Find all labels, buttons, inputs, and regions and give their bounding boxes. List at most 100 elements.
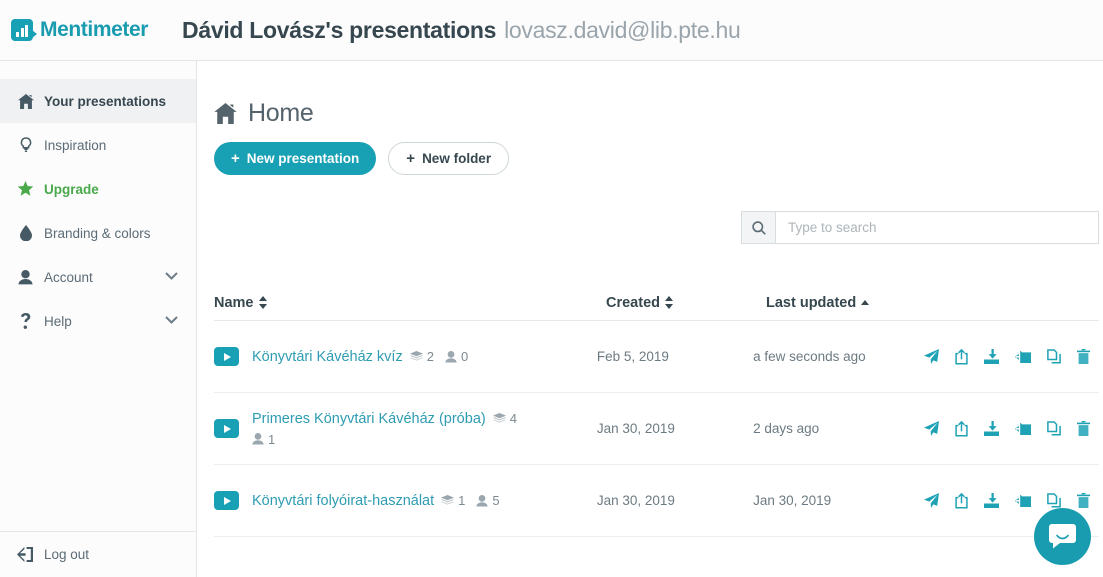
- download-icon[interactable]: [984, 493, 999, 508]
- sidebar-item-inspiration[interactable]: Inspiration: [0, 123, 196, 167]
- sort-both-icon[interactable]: [258, 296, 267, 309]
- action-buttons: + New presentation + New folder: [214, 142, 1103, 175]
- star-icon: [16, 181, 35, 197]
- logout-button[interactable]: Log out: [0, 531, 196, 577]
- share-icon[interactable]: [955, 492, 968, 509]
- slide-count-value: 1: [458, 493, 466, 508]
- participant-count: 1: [252, 432, 551, 447]
- app-root: Mentimeter Dávid Lovász's presentations …: [0, 0, 1103, 577]
- search-box[interactable]: [741, 211, 1099, 244]
- table-row[interactable]: Könyvtári folyóirat-használat 1 5 Jan 30…: [214, 465, 1099, 537]
- droplet-icon: [16, 225, 35, 241]
- brand-logo[interactable]: Mentimeter: [11, 18, 148, 42]
- column-header-last-updated[interactable]: Last updated: [766, 295, 941, 311]
- row-updated-date: Jan 30, 2019: [753, 493, 832, 508]
- presentation-name-link[interactable]: Könyvtári Kávéház kvíz: [252, 349, 403, 365]
- search-input[interactable]: [776, 212, 1098, 243]
- present-icon[interactable]: [924, 421, 939, 436]
- download-icon[interactable]: [984, 349, 999, 364]
- slides-icon: [441, 495, 455, 505]
- presentation-name-link[interactable]: Könyvtári folyóirat-használat: [252, 493, 434, 509]
- chat-bubble-icon: [1049, 524, 1076, 549]
- sidebar-item-label: Help: [44, 313, 72, 329]
- column-header-name-label: Name: [214, 294, 254, 311]
- presentation-play-icon[interactable]: [214, 347, 239, 366]
- table-row[interactable]: Primeres Könyvtári Kávéház (próba) 4 1 J…: [214, 393, 1099, 465]
- participant-count-value: 0: [460, 349, 469, 364]
- sidebar-item-branding-colors[interactable]: Branding & colors: [0, 211, 196, 255]
- sidebar-item-label: Inspiration: [44, 137, 107, 153]
- share-icon[interactable]: [955, 420, 968, 437]
- participants-icon: [476, 494, 488, 507]
- download-icon[interactable]: [984, 421, 999, 436]
- account-email: lovasz.david@lib.pte.hu: [504, 16, 741, 43]
- sidebar-item-your-presentations[interactable]: Your presentations: [0, 79, 196, 123]
- sidebar-item-label: Upgrade: [44, 181, 99, 197]
- share-icon[interactable]: [955, 348, 968, 365]
- duplicate-icon[interactable]: [1047, 493, 1061, 508]
- brand-name: Mentimeter: [40, 18, 149, 41]
- delete-icon[interactable]: [1077, 421, 1090, 436]
- question-mark-icon: [16, 313, 35, 329]
- participant-count: 0: [445, 349, 468, 364]
- row-name-cell: Könyvtári Kávéház kvíz 2 0: [214, 347, 597, 366]
- page-title: Home: [248, 99, 314, 127]
- slide-count: 1: [441, 493, 465, 508]
- row-actions: [924, 348, 1099, 365]
- sort-asc-icon[interactable]: [861, 299, 870, 305]
- new-presentation-button[interactable]: + New presentation: [214, 142, 377, 175]
- home-icon: [16, 93, 35, 109]
- move-to-folder-icon[interactable]: [1015, 422, 1031, 436]
- slide-count: 4: [492, 411, 517, 426]
- plus-icon: +: [231, 150, 240, 167]
- lightbulb-icon: [16, 137, 35, 153]
- sidebar-item-upgrade[interactable]: Upgrade: [0, 167, 196, 211]
- row-updated-date: a few seconds ago: [753, 349, 866, 364]
- presentation-play-icon[interactable]: [214, 491, 239, 510]
- presentation-name-link[interactable]: Primeres Könyvtári Kávéház (próba): [252, 411, 486, 427]
- sidebar-item-label: Your presentations: [44, 93, 167, 109]
- new-presentation-label: New presentation: [246, 151, 360, 166]
- table-header-row: Name Created Last updated: [214, 285, 1099, 321]
- row-created-date: Jan 30, 2019: [596, 421, 675, 436]
- presentation-play-icon[interactable]: [214, 419, 239, 438]
- present-icon[interactable]: [924, 493, 939, 508]
- participants-icon: [252, 433, 264, 445]
- chat-widget-button[interactable]: [1034, 508, 1091, 565]
- presentations-table: Name Created Last updated Könyvtári Kávé…: [214, 285, 1099, 537]
- sort-both-icon[interactable]: [665, 296, 673, 309]
- home-icon: [214, 103, 237, 124]
- chevron-down-icon[interactable]: [165, 271, 178, 283]
- participant-count-value: 1: [268, 431, 276, 447]
- sidebar: Your presentations Inspiration Upgrade B…: [0, 61, 197, 577]
- duplicate-icon[interactable]: [1047, 349, 1061, 364]
- slide-count-value: 4: [509, 411, 517, 426]
- top-bar: Mentimeter Dávid Lovász's presentations …: [0, 0, 1103, 61]
- column-header-name[interactable]: Name: [214, 295, 606, 311]
- participants-icon: [445, 350, 457, 363]
- sidebar-item-account[interactable]: Account: [0, 255, 196, 299]
- chevron-down-icon[interactable]: [165, 315, 178, 327]
- delete-icon[interactable]: [1077, 349, 1090, 364]
- column-header-created[interactable]: Created: [606, 295, 766, 311]
- participant-count-value: 5: [492, 493, 500, 508]
- sidebar-item-help[interactable]: Help: [0, 299, 196, 343]
- present-icon[interactable]: [924, 349, 939, 364]
- slides-icon: [409, 351, 423, 361]
- slide-count: 2: [409, 349, 434, 364]
- new-folder-button[interactable]: + New folder: [388, 142, 510, 175]
- logout-label: Log out: [44, 547, 90, 562]
- move-to-folder-icon[interactable]: [1015, 350, 1031, 364]
- sidebar-nav: Your presentations Inspiration Upgrade B…: [0, 61, 196, 343]
- slides-icon: [492, 413, 506, 423]
- table-row[interactable]: Könyvtári Kávéház kvíz 2 0 Feb 5, 2019 a…: [214, 321, 1099, 393]
- row-updated-date: 2 days ago: [753, 421, 820, 436]
- delete-icon[interactable]: [1077, 493, 1090, 508]
- column-header-last-updated-label: Last updated: [766, 294, 857, 311]
- move-to-folder-icon[interactable]: [1015, 494, 1031, 508]
- slide-count-value: 2: [426, 349, 434, 364]
- sign-out-icon: [16, 547, 35, 562]
- duplicate-icon[interactable]: [1047, 421, 1061, 436]
- row-actions: [924, 492, 1099, 509]
- bar-chart-logo-icon: [11, 19, 37, 41]
